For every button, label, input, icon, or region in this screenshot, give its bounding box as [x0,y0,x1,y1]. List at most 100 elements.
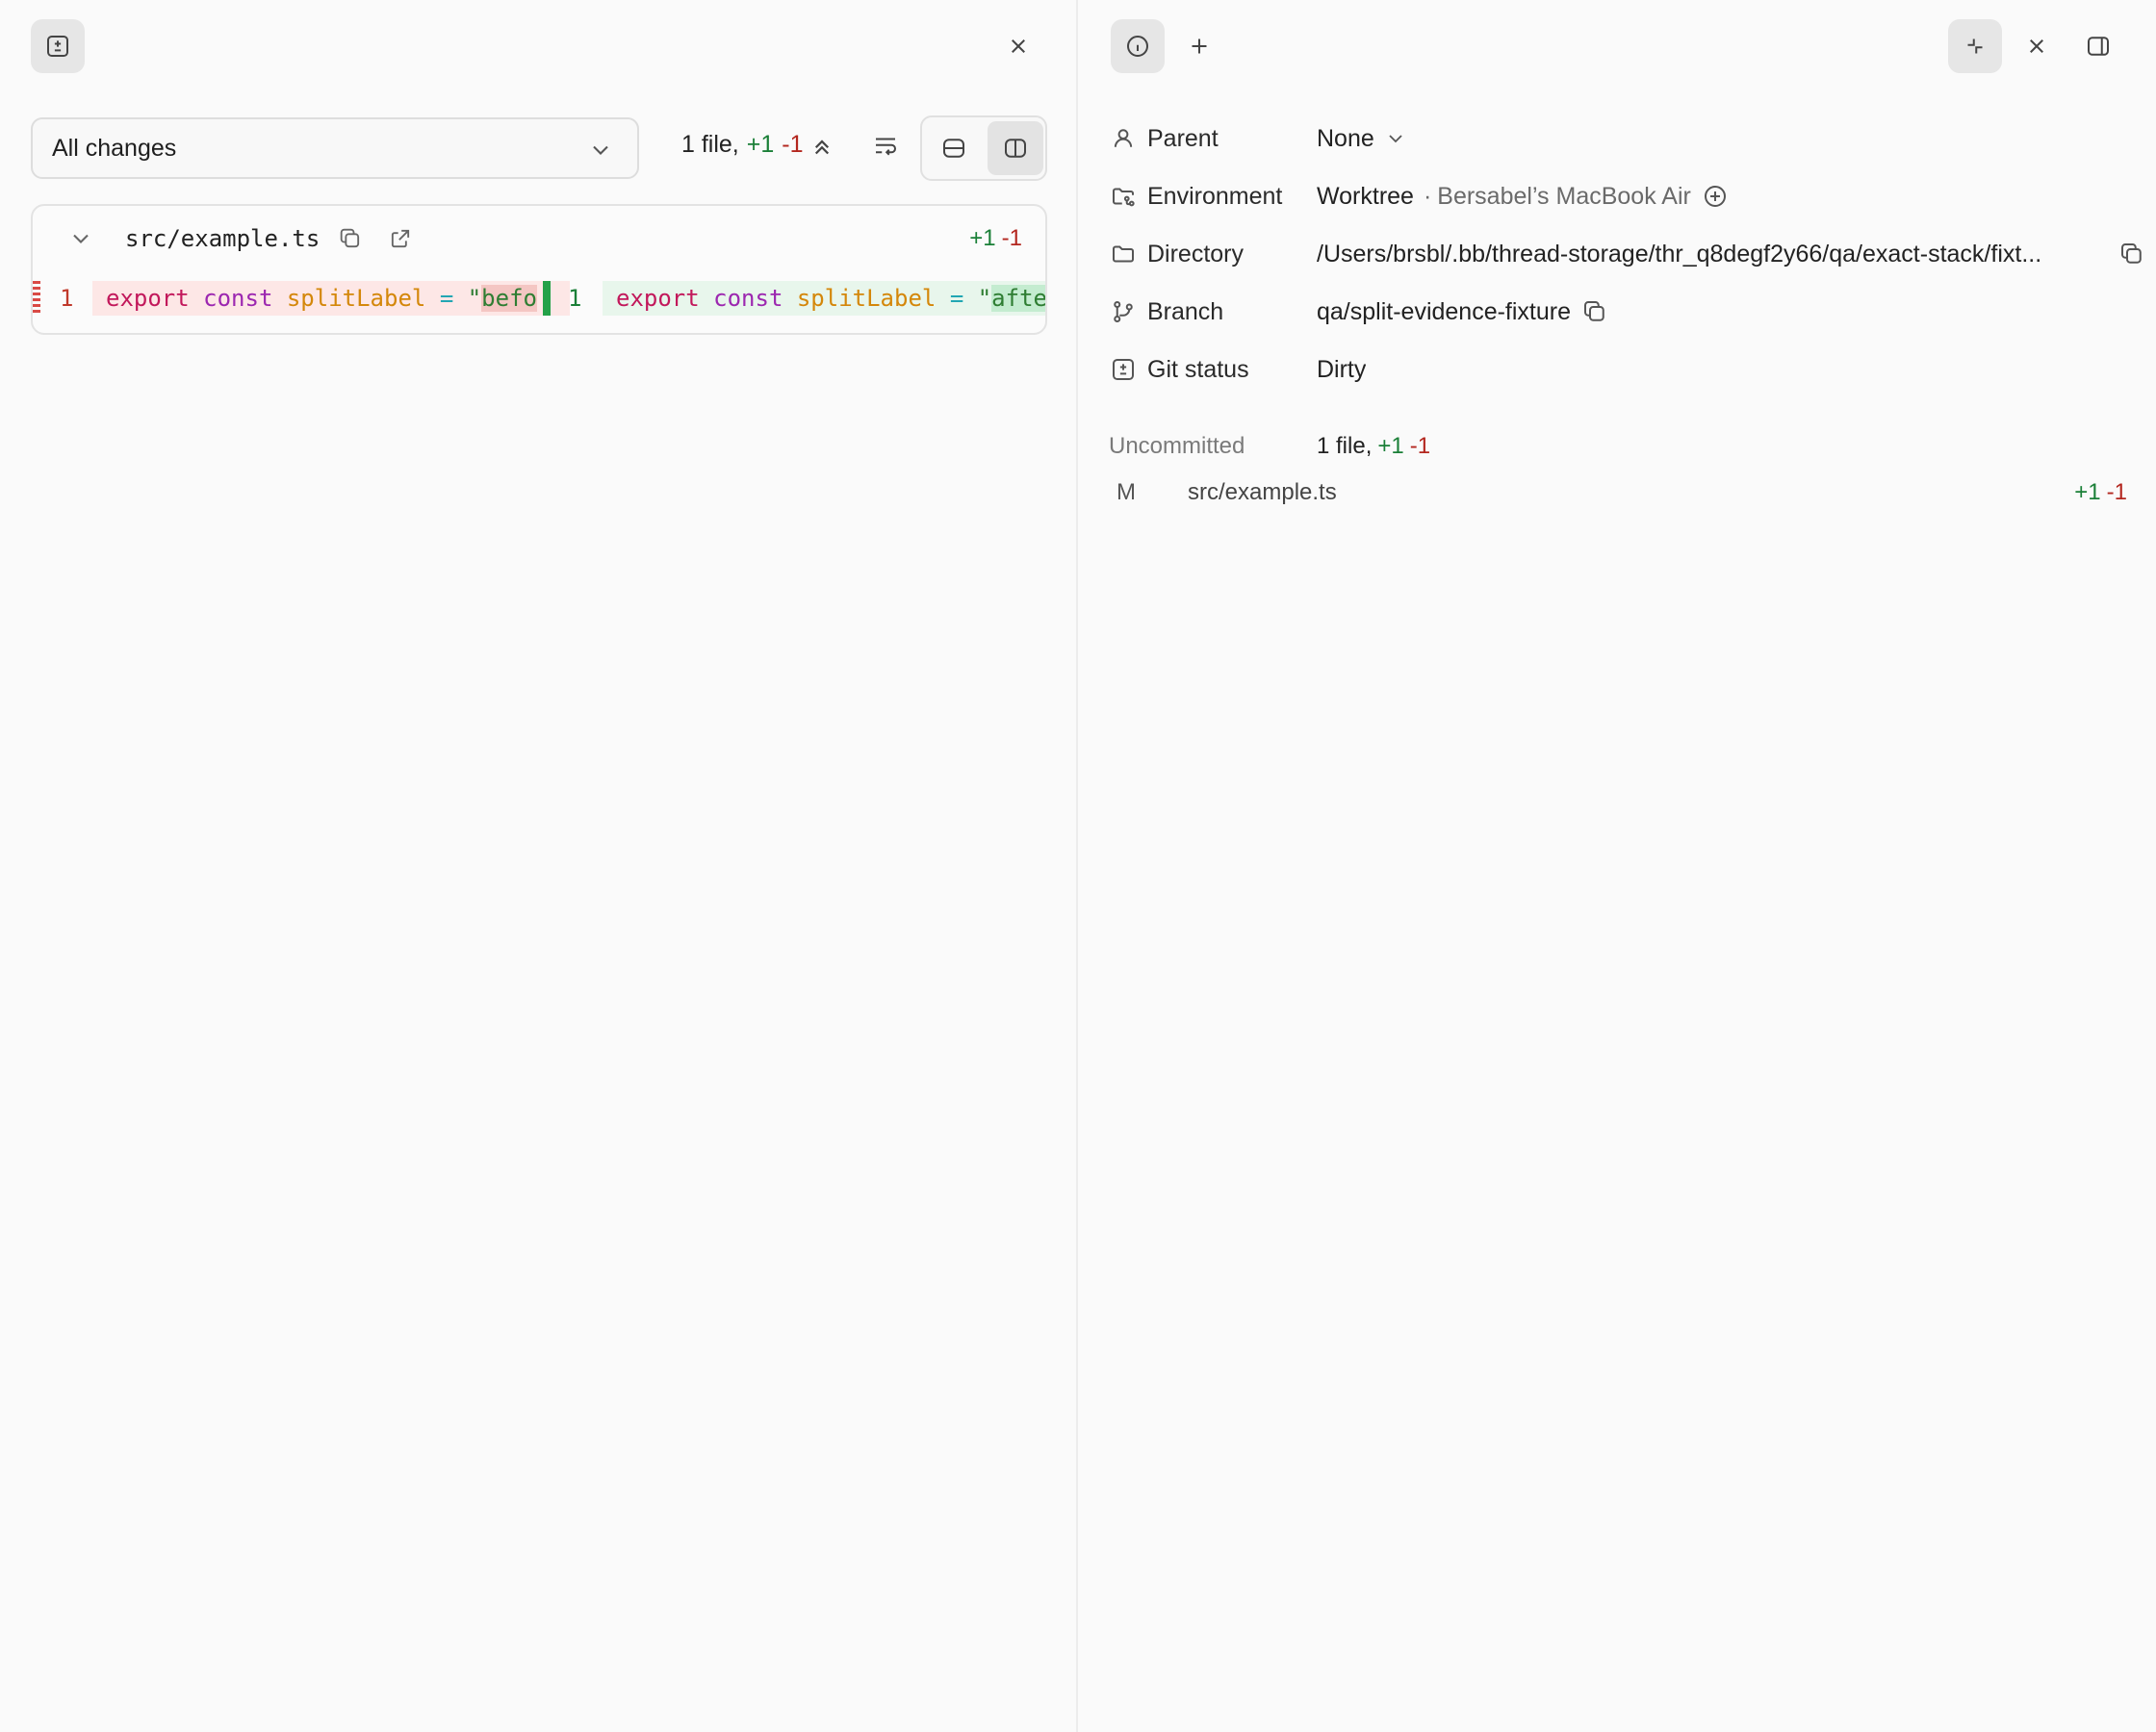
file-stat-removed: -1 [2106,479,2127,505]
summary-files: 1 file, [681,131,739,158]
git-status-label: Git status [1147,355,1249,383]
file-stat: +1 -1 [2074,479,2127,506]
close-pane-button[interactable] [2010,19,2064,73]
file-diff-card: src/example.ts +1 -1 1 export const spli… [31,204,1047,335]
info-pane: Parent None Environment Worktree · Bersa… [1080,0,2156,1732]
new-code-line[interactable]: export const splitLabel = " afte [603,281,1047,316]
parent-select[interactable]: None [1317,125,1407,153]
branch-row: Branch qa/split-evidence-fixture [1109,293,2129,331]
git-status-row: Git status Dirty [1109,350,2129,389]
file-diff-header: src/example.ts +1 -1 [33,206,1045,271]
close-icon [2030,39,2043,53]
file-added: +1 [969,225,996,251]
file-diff-stat: +1 -1 [969,225,1022,252]
uncommitted-files: 1 file, [1317,433,1373,459]
open-external-icon[interactable] [387,225,414,252]
summary-added: +1 [746,131,775,158]
unified-view-button[interactable] [926,121,982,175]
code-string: befo [481,285,537,312]
chevron-down-icon [593,145,608,155]
code-operator: = [439,285,454,312]
code-keyword: export [106,285,190,312]
file-removed: -1 [1001,225,1022,251]
new-line-number: 1 [568,285,582,312]
uncommitted-label: Uncommitted [1109,433,1245,459]
environment-label: Environment [1147,182,1283,210]
sidebar-panel-icon [2088,37,2109,56]
unified-view-icon [943,139,964,158]
git-branch-icon [1114,301,1133,322]
uncommitted-summary: 1 file, +1 -1 [1317,433,1430,460]
file-path: src/example.ts [1188,479,1337,505]
parent-label: Parent [1147,124,1219,152]
code-quote: " [467,285,482,312]
split-view-icon [1005,139,1026,158]
diff-view-toggle [920,115,1047,181]
branch-value: qa/split-evidence-fixture [1317,297,1609,326]
environment-row: Environment Worktree · Bersabel’s MacBoo… [1109,177,2129,216]
environment-type: Worktree [1317,182,1414,210]
uncommitted-removed: -1 [1409,433,1431,459]
environment-value: Worktree · Bersabel’s MacBook Air [1317,182,1730,211]
wrap-lines-button[interactable] [860,121,911,171]
changes-filter-label: All changes [52,134,177,162]
plus-circle-icon[interactable] [1701,182,1730,211]
chevron-down-icon [1389,135,1402,143]
directory-path: /Users/brsbl/.bb/thread-storage/thr_q8de… [1317,240,2042,267]
changes-filter-select[interactable]: All changes [31,117,639,179]
chevrons-up-icon [814,140,830,155]
directory-value: /Users/brsbl/.bb/thread-storage/thr_q8de… [1317,241,2087,268]
minimize-icon [1967,38,1983,54]
wrap-text-icon [876,138,896,156]
collapse-all-button[interactable] [797,121,847,171]
old-line-number: 1 [60,285,74,312]
environment-separator: · [1423,182,1432,210]
git-status-value: Dirty [1317,355,1367,383]
directory-row: Directory /Users/brsbl/.bb/thread-storag… [1109,235,2142,273]
folder-icon [1113,245,1134,263]
toggle-sidebar-button[interactable] [2071,19,2125,73]
code-keyword: export [616,285,700,312]
chevron-down-icon[interactable] [67,225,94,252]
code-identifier: splitLabel [286,285,426,312]
changes-summary: 1 file, +1 -1 [681,131,804,159]
deletion-marker [33,281,40,316]
branch-name: qa/split-evidence-fixture [1317,297,1572,325]
minimize-button[interactable] [1948,19,2002,73]
diff-toggle-button[interactable] [31,19,85,73]
uncommitted-added: +1 [1377,433,1404,459]
close-diff-button[interactable] [991,19,1045,73]
code-operator: = [949,285,964,312]
directory-label: Directory [1147,240,1245,267]
plus-icon [1192,38,1207,54]
info-tab-button[interactable] [1111,19,1165,73]
code-keyword: const [713,285,783,312]
parent-row: Parent None [1109,119,2129,158]
plus-minus-square-icon [47,36,68,57]
user-icon [1114,129,1133,147]
folder-git-icon [1113,188,1135,207]
diff-line-row: 1 export const splitLabel = " befo 1 expo… [33,281,1045,325]
close-icon [1012,39,1025,53]
diff-file-name: src/example.ts [125,225,321,252]
branch-label: Branch [1147,297,1224,325]
parent-value: None [1317,124,1374,152]
diff-pane: All changes 1 file, +1 -1 src/example.ts… [0,0,1078,1732]
code-quote: " [977,285,992,312]
uncommitted-file-row[interactable]: M src/example.ts +1 -1 [1116,479,2127,514]
old-code-line[interactable]: export const splitLabel = " befo [92,281,570,316]
plus-minus-square-icon [1113,359,1134,380]
copy-icon[interactable] [337,225,364,252]
info-icon [1127,36,1148,57]
add-tab-button[interactable] [1172,19,1226,73]
environment-machine: Bersabel’s MacBook Air [1437,182,1691,210]
copy-icon[interactable] [1580,297,1609,326]
code-identifier: splitLabel [796,285,937,312]
split-view-button[interactable] [988,121,1043,175]
code-string: afte [991,285,1047,312]
addition-marker [543,281,551,316]
copy-icon[interactable] [2118,240,2146,268]
file-status: M [1116,479,1136,505]
file-stat-added: +1 [2074,479,2101,505]
code-keyword: const [203,285,273,312]
